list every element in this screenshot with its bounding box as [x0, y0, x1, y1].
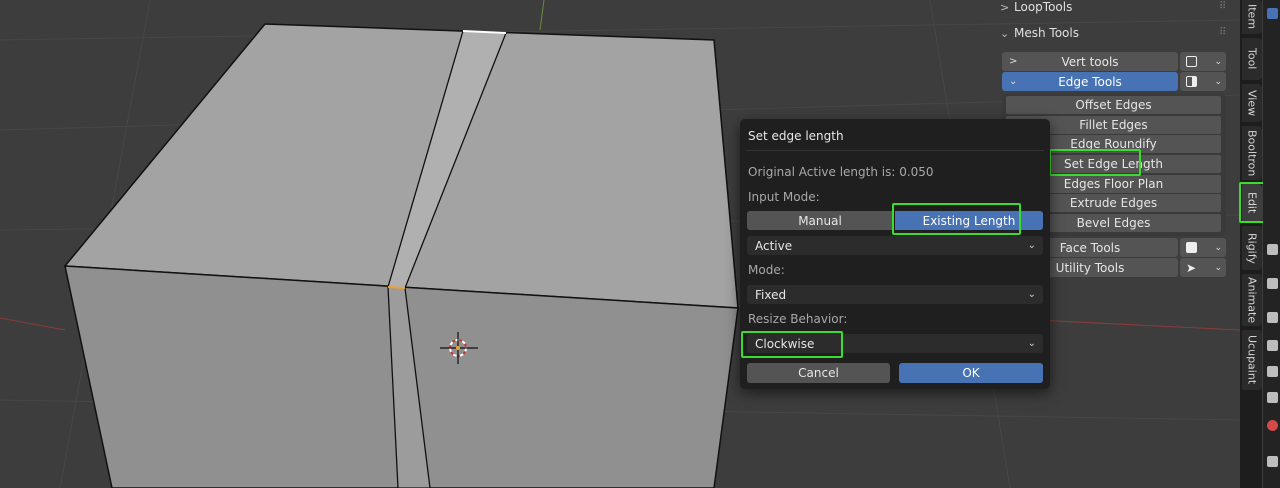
- face-tools-label: Face Tools: [1059, 240, 1121, 255]
- mesh-tools-panel-header[interactable]: ⌄ Mesh Tools: [1000, 23, 1079, 43]
- edge-roundify-label: Edge Roundify: [1070, 137, 1157, 151]
- dialog-title: Set edge length: [748, 129, 844, 143]
- vert-tools-header[interactable]: > Vert tools: [1002, 52, 1178, 71]
- edge-icon: [1186, 76, 1197, 87]
- drag-handle-icon[interactable]: ⠿: [1219, 1, 1226, 12]
- cancel-label: Cancel: [798, 366, 839, 380]
- vertex-icon: [1186, 56, 1197, 67]
- tab-animate-label: Animate: [1245, 276, 1259, 324]
- divider: [746, 150, 1044, 151]
- set-edge-length-dialog: Set edge length Original Active length i…: [740, 119, 1050, 389]
- mode-value: Fixed: [755, 287, 787, 302]
- tab-item-label: Item: [1245, 4, 1259, 30]
- offset-edges-button[interactable]: Offset Edges: [1006, 96, 1221, 114]
- cursor-icon: ➤: [1186, 260, 1197, 275]
- chevron-down-icon: ⌄: [1027, 338, 1036, 349]
- scene-icon[interactable]: [1267, 340, 1278, 351]
- y-axis-line: [539, 0, 545, 31]
- original-length-text: Original Active length is: 0.050: [748, 165, 934, 179]
- edge-tools-menu-button[interactable]: ⌄: [1180, 72, 1226, 91]
- looptools-panel-header[interactable]: > LoopTools: [1000, 0, 1072, 17]
- tab-edit-label: Edit: [1245, 192, 1259, 214]
- edge-tools-label: Edge Tools: [1058, 74, 1122, 89]
- edge-tools-header[interactable]: ⌄ Edge Tools: [1002, 72, 1178, 91]
- looptools-label: LoopTools: [1014, 0, 1073, 14]
- mesh-tools-label: Mesh Tools: [1014, 26, 1079, 40]
- input-mode-label: Input Mode:: [748, 190, 820, 204]
- tool-icon[interactable]: [1267, 244, 1278, 255]
- tab-edit[interactable]: Edit: [1242, 184, 1262, 222]
- x-axis-line: [0, 317, 66, 331]
- offset-edges-label: Offset Edges: [1075, 98, 1152, 112]
- chevron-down-icon: ⌄: [1009, 76, 1018, 87]
- face-tools-menu-button[interactable]: ⌄: [1180, 238, 1226, 257]
- material-icon[interactable]: [1267, 420, 1278, 431]
- vert-tools-menu-button[interactable]: ⌄: [1180, 52, 1226, 71]
- tab-item[interactable]: Item: [1242, 0, 1262, 34]
- bevel-edges-label: Bevel Edges: [1076, 216, 1151, 230]
- render-icon[interactable]: [1267, 278, 1278, 289]
- mode-label: Mode:: [748, 263, 785, 277]
- chevron-down-icon: ⌄: [1027, 289, 1036, 300]
- world-icon[interactable]: [1267, 366, 1278, 377]
- tab-booltron-label: Booltron: [1245, 129, 1259, 177]
- chevron-down-icon: ⌄: [1214, 56, 1222, 67]
- tab-view-label: View: [1245, 89, 1259, 117]
- object-icon[interactable]: [1267, 392, 1278, 403]
- output-icon[interactable]: [1267, 312, 1278, 323]
- chevron-down-icon: ⌄: [1027, 240, 1036, 251]
- utility-tools-label: Utility Tools: [1055, 260, 1125, 275]
- existing-length-label: Existing Length: [922, 213, 1016, 228]
- texture-icon[interactable]: [1267, 456, 1278, 467]
- extrude-edges-label: Extrude Edges: [1069, 196, 1158, 210]
- tab-booltron[interactable]: Booltron: [1242, 126, 1262, 180]
- tab-tool[interactable]: Tool: [1242, 38, 1262, 80]
- resize-behavior-label: Resize Behavior:: [748, 312, 848, 326]
- chevron-down-icon: ⌄: [1214, 242, 1222, 253]
- input-mode-manual-button[interactable]: Manual: [747, 211, 893, 230]
- chevron-down-icon: ⌄: [1214, 262, 1222, 273]
- tab-view[interactable]: View: [1242, 84, 1262, 122]
- chevron-right-icon: >: [1000, 0, 1010, 14]
- chevron-right-icon: >: [1009, 56, 1018, 67]
- tab-rigify-label: Rigify: [1245, 232, 1259, 264]
- utility-tools-menu-button[interactable]: ➤ ⌄: [1180, 258, 1226, 277]
- chevron-down-icon: ⌄: [1214, 76, 1222, 87]
- tab-rigify[interactable]: Rigify: [1242, 226, 1262, 270]
- ok-button[interactable]: OK: [899, 363, 1043, 383]
- input-mode-existing-length-button[interactable]: Existing Length: [895, 211, 1043, 230]
- cancel-button[interactable]: Cancel: [747, 363, 890, 383]
- tab-ucupaint[interactable]: Ucupaint: [1242, 330, 1262, 390]
- mode-dropdown[interactable]: Fixed ⌄: [747, 285, 1043, 304]
- tab-animate[interactable]: Animate: [1242, 274, 1262, 326]
- select-box-icon[interactable]: [1267, 8, 1278, 19]
- manual-label: Manual: [798, 213, 842, 228]
- length-source-value: Active: [755, 238, 793, 253]
- resize-behavior-dropdown[interactable]: Clockwise ⌄: [747, 334, 1043, 353]
- face-icon: [1186, 242, 1197, 253]
- edges-floor-plan-label: Edges Floor Plan: [1063, 177, 1164, 191]
- set-edge-length-label: Set Edge Length: [1064, 157, 1163, 171]
- fillet-edges-label: Fillet Edges: [1079, 118, 1148, 132]
- tab-ucupaint-label: Ucupaint: [1245, 335, 1259, 385]
- resize-behavior-value: Clockwise: [755, 336, 815, 351]
- vert-tools-label: Vert tools: [1061, 54, 1119, 69]
- ok-label: OK: [962, 366, 980, 380]
- chevron-down-icon: ⌄: [1000, 26, 1010, 40]
- drag-handle-icon[interactable]: ⠿: [1219, 27, 1226, 38]
- length-source-dropdown[interactable]: Active ⌄: [747, 236, 1043, 255]
- tab-tool-label: Tool: [1245, 48, 1259, 70]
